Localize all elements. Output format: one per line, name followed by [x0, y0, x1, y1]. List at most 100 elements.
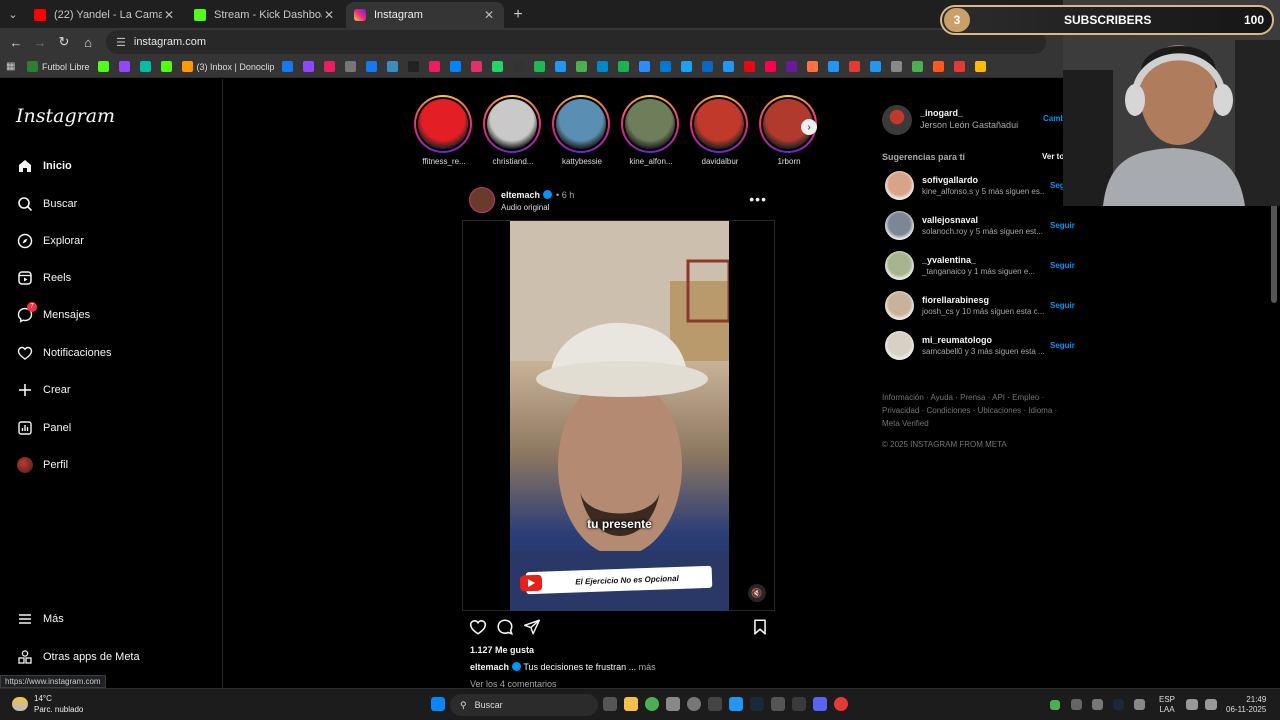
bookmark-icon[interactable]	[786, 61, 798, 72]
avatar[interactable]	[882, 105, 912, 135]
bookmark-icon[interactable]	[723, 61, 735, 72]
sidebar-item-crear[interactable]: Crear	[16, 378, 71, 402]
bookmark-icon[interactable]	[555, 61, 567, 72]
tray-icon[interactable]	[1050, 700, 1060, 710]
story-item[interactable]: kine_alfon...	[621, 95, 681, 166]
follow-button[interactable]: Seguir	[1050, 301, 1075, 310]
bookmark-icon[interactable]	[576, 61, 588, 72]
avatar[interactable]	[885, 211, 914, 240]
tray-icon[interactable]	[1092, 699, 1103, 710]
see-all-link[interactable]: Ver to	[1042, 152, 1064, 161]
like-icon[interactable]	[469, 618, 487, 636]
bookmark-icon[interactable]	[97, 61, 109, 72]
avatar[interactable]	[885, 331, 914, 360]
bookmark-icon[interactable]	[303, 61, 315, 72]
suggestion-username[interactable]: fiorellarabinesg	[922, 295, 989, 305]
likes-count[interactable]: 1.127 Me gusta	[470, 645, 534, 655]
sidebar-item-buscar[interactable]: Buscar	[16, 192, 77, 216]
sidebar-item-reels[interactable]: Reels	[16, 266, 71, 290]
bookmark-icon[interactable]	[366, 61, 378, 72]
suggestion-username[interactable]: vallejosnaval	[922, 215, 978, 225]
caption-more-link[interactable]: más	[639, 662, 656, 672]
app-icon[interactable]	[708, 697, 722, 711]
steam-tray-icon[interactable]	[1113, 699, 1124, 710]
chrome-icon[interactable]	[645, 697, 659, 711]
bookmark-icon[interactable]	[807, 61, 819, 72]
tab-youtube[interactable]: (22) Yandel - La Cama (Audio) - ✕	[26, 2, 184, 28]
share-icon[interactable]	[523, 618, 541, 636]
task-view-icon[interactable]	[603, 697, 617, 711]
start-icon[interactable]	[431, 697, 445, 711]
post-author[interactable]: eltemach • 6 h	[501, 190, 574, 200]
caption-username[interactable]: eltemach	[470, 662, 509, 672]
story-item[interactable]: ffitness_re...	[414, 95, 474, 166]
bookmark-icon[interactable]	[912, 61, 924, 72]
clock[interactable]: 21:49 06-11-2025	[1226, 695, 1266, 715]
bookmark-icon[interactable]	[933, 61, 945, 72]
bookmark-icon[interactable]	[408, 61, 420, 72]
bookmark-icon[interactable]	[387, 61, 399, 72]
follow-button[interactable]: Seguir	[1050, 261, 1075, 270]
suggestion-username[interactable]: sofivgallardo	[922, 175, 978, 185]
bookmark-donoclip[interactable]: (3) Inbox | Donoclip	[181, 61, 274, 72]
network-icon[interactable]	[1186, 699, 1198, 710]
bookmark-icon[interactable]	[870, 61, 882, 72]
taskbar-search[interactable]: ⚲ Buscar	[450, 694, 598, 716]
bookmark-icon[interactable]	[744, 61, 756, 72]
bookmark-icon[interactable]	[828, 61, 840, 72]
bookmark-icon[interactable]	[534, 61, 546, 72]
tray-icon[interactable]	[1134, 699, 1145, 710]
sidebar-item-panel[interactable]: Panel	[16, 416, 71, 440]
follow-button[interactable]: Seguir	[1050, 341, 1075, 350]
story-item[interactable]: christiand...	[483, 95, 543, 166]
home-button[interactable]: ⌂	[76, 30, 100, 54]
story-item[interactable]: kattybessie	[552, 95, 612, 166]
settings-icon[interactable]	[687, 697, 701, 711]
forward-button[interactable]: →	[28, 30, 52, 54]
post-audio[interactable]: Audio original	[501, 203, 549, 212]
story-item[interactable]: davidalbur	[690, 95, 750, 166]
mute-icon[interactable]: 🔇	[748, 584, 766, 602]
back-button[interactable]: ←	[4, 30, 28, 54]
bookmark-icon[interactable]	[849, 61, 861, 72]
avatar[interactable]	[885, 251, 914, 280]
sidebar-item-explorar[interactable]: Explorar	[16, 229, 84, 253]
post-media[interactable]: tu presente El Ejercicio No es Opcional …	[462, 220, 775, 611]
bookmark-icon[interactable]	[597, 61, 609, 72]
post-username[interactable]: eltemach	[501, 190, 540, 200]
reel-video[interactable]: tu presente El Ejercicio No es Opcional	[510, 221, 729, 611]
bookmark-icon[interactable]	[618, 61, 630, 72]
weather-widget[interactable]: 14°C Parc. nublado	[12, 693, 83, 715]
address-bar[interactable]: ☰ instagram.com	[106, 30, 1046, 54]
close-icon[interactable]: ✕	[162, 8, 176, 22]
tab-instagram[interactable]: Instagram ✕	[346, 2, 504, 28]
sidebar-item-inicio[interactable]: Inicio	[16, 154, 72, 178]
avatar[interactable]	[885, 171, 914, 200]
bookmark-icon[interactable]	[513, 61, 525, 72]
tab-search-button[interactable]: ⌄	[0, 0, 26, 28]
switch-account-link[interactable]: Camb	[1043, 114, 1065, 123]
stories-next-icon[interactable]: ›	[801, 119, 817, 135]
bookmark-icon[interactable]	[660, 61, 672, 72]
tab-kick[interactable]: Stream - Kick Dashboard ✕	[186, 2, 344, 28]
new-tab-button[interactable]: +	[506, 2, 530, 28]
bookmark-icon[interactable]	[702, 61, 714, 72]
current-username[interactable]: _inogard_	[920, 108, 963, 118]
more-options-icon[interactable]: •••	[749, 191, 767, 207]
bookmark-icon[interactable]	[639, 61, 651, 72]
file-explorer-icon[interactable]	[624, 697, 638, 711]
site-info-icon[interactable]: ☰	[116, 36, 126, 49]
sidebar-item-mensajes[interactable]: 7 Mensajes	[16, 302, 90, 327]
bookmark-icon[interactable]	[492, 61, 504, 72]
apps-icon[interactable]: ▦	[6, 61, 17, 72]
bookmark-icon[interactable]	[681, 61, 693, 72]
obs-icon[interactable]	[834, 697, 848, 711]
follow-button[interactable]: Seguir	[1050, 221, 1075, 230]
reload-button[interactable]: ↻	[52, 30, 76, 54]
post-author-avatar[interactable]	[469, 187, 495, 213]
bookmark-icon[interactable]	[324, 61, 336, 72]
comment-icon[interactable]	[496, 618, 514, 636]
bookmark-futbol-libre[interactable]: Futbol Libre	[27, 61, 90, 72]
bookmark-icon[interactable]	[139, 61, 151, 72]
bookmark-icon[interactable]	[471, 61, 483, 72]
